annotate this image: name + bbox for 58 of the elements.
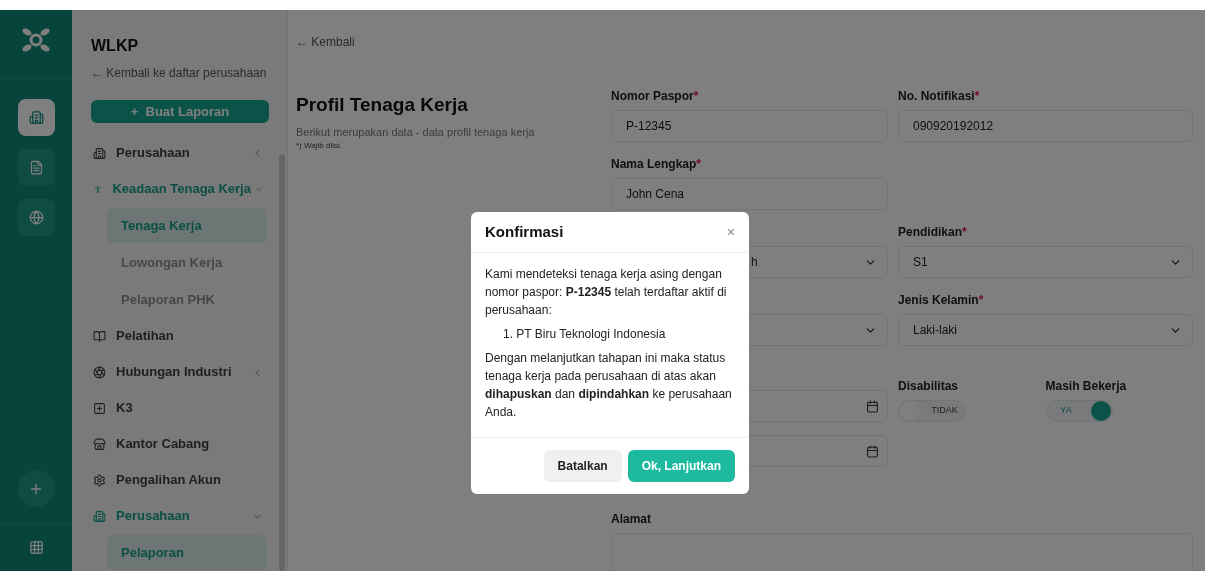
calendar-icon (866, 444, 879, 458)
select-field[interactable]: S1 (898, 246, 1193, 278)
nav-item[interactable]: Perusahaan (91, 135, 281, 171)
globe-icon (28, 210, 44, 225)
nav-item[interactable]: Kantor Cabang (91, 426, 281, 462)
building-icon (93, 146, 106, 160)
back-link[interactable]: ← Kembali (296, 33, 355, 51)
sidebar-title: WLKP (91, 36, 139, 56)
text-field[interactable]: 090920192012 (898, 110, 1193, 142)
field-label: No. Notifikasi* (898, 88, 980, 105)
field-label: Nomor Paspor* (611, 88, 699, 105)
gear-icon (93, 473, 106, 487)
nav-subitem[interactable]: Pelaporan (107, 535, 267, 570)
store-icon (93, 437, 106, 451)
field-label: Jenis Kelamin* (898, 292, 984, 309)
modal-overlay[interactable] (0, 10, 1205, 571)
grid-icon (28, 540, 44, 555)
nav-subitem[interactable]: Tenaga Kerja (107, 208, 267, 243)
nav-item[interactable]: K3 (91, 390, 281, 426)
dialog-message: Dengan melanjutkan tahapan ini maka status tenaga kerja pada perusahaan di atas akan dihapuskan dan dipindahkan ke perusahaan Anda. (485, 350, 733, 421)
cancel-button[interactable]: Batalkan (543, 450, 622, 482)
text-field[interactable]: John Cena (611, 178, 888, 210)
toggle-label: Disabilitas (898, 378, 959, 395)
close-button[interactable]: × (726, 221, 735, 243)
create-report-button[interactable]: + Buat Laporan (91, 100, 269, 123)
field-label: Alamat (611, 511, 651, 528)
document-icon (28, 160, 44, 175)
field-label: Pendidikan* (898, 224, 967, 241)
medical-cross-icon (93, 401, 106, 415)
company-list-item: 1. PT Biru Teknologi Indonesia (502, 326, 666, 343)
add-button[interactable] (17, 470, 55, 507)
dialog-title: Konfirmasi (485, 221, 564, 242)
page-title: Profil Tenaga Kerja (296, 93, 468, 117)
nav-item[interactable]: Pelatihan (91, 318, 281, 354)
nav-item[interactable]: Pengalihan Akun (91, 462, 281, 498)
nav-item[interactable]: Perusahaan (91, 498, 281, 534)
calendar-icon (866, 399, 879, 413)
nav-item[interactable]: Keadaan Tenaga Kerja (91, 171, 281, 207)
rail-button[interactable] (17, 199, 55, 236)
toggle-label: Masih Bekerja (1045, 378, 1127, 395)
building-icon (93, 509, 106, 523)
rail-button[interactable] (17, 149, 55, 186)
required-note: *) Wajib diisi. (296, 140, 342, 152)
apps-button[interactable] (28, 540, 44, 555)
toggle-knob (1090, 401, 1111, 421)
back-to-companies-link[interactable]: ← Kembali ke daftar perusahaan (91, 64, 267, 82)
toggle-switch[interactable]: TIDAK (898, 400, 965, 422)
text-field[interactable]: P-12345 (611, 110, 888, 142)
toggle-switch[interactable]: YA (1045, 400, 1113, 422)
building-icon (28, 110, 44, 125)
aperture-icon (93, 365, 106, 379)
nav-item[interactable]: Hubungan Industri (91, 354, 281, 390)
confirm-button[interactable]: Ok, Lanjutkan (627, 450, 735, 482)
select-field[interactable]: Laki-laki (898, 314, 1193, 346)
book-icon (93, 329, 106, 343)
field-label: Nama Lengkap* (611, 156, 702, 173)
rail-button[interactable] (17, 99, 55, 136)
page-subtitle: Berikut merupakan data - data profil tenaga kerja (296, 124, 535, 140)
